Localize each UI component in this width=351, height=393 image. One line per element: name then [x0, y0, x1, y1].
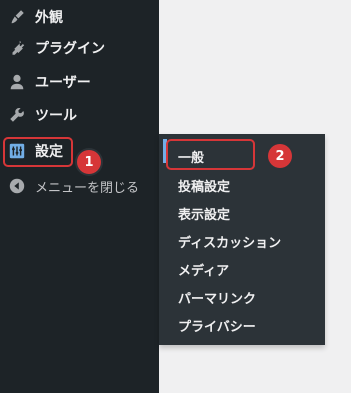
annotation-badge-2: 2	[268, 144, 292, 168]
sidebar-item-tools[interactable]: ツール	[0, 98, 159, 132]
submenu-item-label: ディスカッション	[178, 235, 282, 251]
collapse-menu-button[interactable]: メニューを閉じる	[0, 169, 159, 203]
sidebar-item-appearance[interactable]: 外観	[0, 0, 159, 34]
submenu-item-permalinks[interactable]: パーマリンク	[159, 283, 325, 311]
wrench-icon	[8, 106, 26, 124]
submenu-item-reading[interactable]: 表示設定	[159, 199, 325, 227]
paintbrush-icon	[8, 8, 26, 26]
plugin-icon	[8, 39, 26, 57]
user-icon	[8, 73, 26, 91]
admin-sidebar: 外観 プラグイン ユーザー ツール 設定 メニューを閉じる	[0, 0, 159, 393]
submenu-item-label: 表示設定	[178, 207, 231, 223]
sidebar-item-label: 外観	[35, 10, 63, 26]
submenu-item-label: パーマリンク	[178, 291, 257, 307]
submenu-item-privacy[interactable]: プライバシー	[159, 311, 325, 339]
collapse-menu-label: メニューを閉じる	[35, 180, 140, 196]
sidebar-item-label: ユーザー	[35, 75, 91, 91]
submenu-item-writing[interactable]: 投稿設定	[159, 171, 325, 199]
submenu-item-label: 投稿設定	[178, 179, 231, 195]
sidebar-item-label: プラグイン	[35, 41, 105, 57]
annotation-badge-1: 1	[77, 150, 101, 174]
sidebar-item-plugins[interactable]: プラグイン	[0, 31, 159, 65]
general-highlight-box	[166, 139, 255, 170]
submenu-item-media[interactable]: メディア	[159, 255, 325, 283]
settings-highlight-box	[3, 137, 73, 167]
collapse-icon	[8, 177, 26, 195]
submenu-item-label: メディア	[178, 263, 230, 279]
sidebar-item-label: ツール	[35, 108, 77, 124]
submenu-item-label: プライバシー	[178, 319, 256, 335]
sidebar-item-users[interactable]: ユーザー	[0, 65, 159, 99]
submenu-item-discussion[interactable]: ディスカッション	[159, 227, 325, 255]
